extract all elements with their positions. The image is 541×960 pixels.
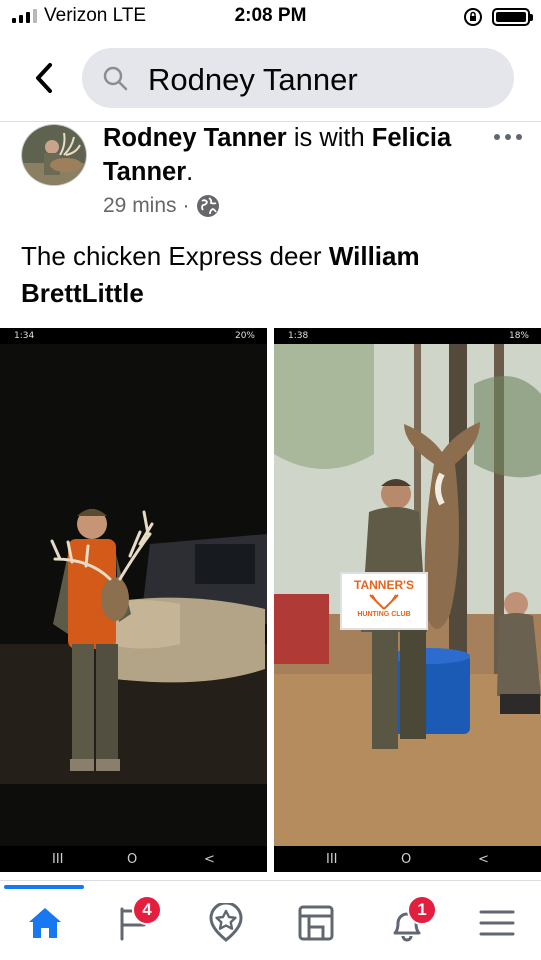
search-input[interactable]: Rodney Tanner [82, 48, 514, 108]
mention-2[interactable]: BrettLittle [21, 278, 144, 308]
menu-icon [479, 910, 515, 936]
antler-logo-icon [369, 594, 399, 610]
photo-battery: 18% [508, 331, 529, 341]
pages-icon [298, 905, 334, 941]
sign-line-2: HUNTING CLUB [357, 611, 411, 618]
photo-nav-back: < [204, 852, 215, 867]
meta-separator: · [182, 194, 190, 217]
night-hunter-scene [0, 344, 267, 846]
nav-home[interactable] [15, 893, 75, 953]
status-time: 2:08 PM [234, 5, 307, 26]
status-bar: Verizon LTE 2:08 PM [0, 0, 541, 34]
nav-pages[interactable] [286, 893, 346, 953]
home-icon [29, 908, 61, 938]
nav-menu[interactable] [467, 893, 527, 953]
post-text-plain: The chicken Express deer [21, 241, 322, 271]
photo-time: 1:34 [14, 331, 35, 341]
active-tab-indicator [4, 885, 84, 889]
post-time[interactable]: 29 mins [103, 194, 177, 218]
photo-status-bar: 1:38 18% [274, 328, 541, 344]
author-name[interactable]: Rodney Tanner [103, 124, 287, 152]
star-badge-icon [209, 903, 243, 942]
post-photo-2[interactable]: 1:38 18% TANNER'S HUNTING CLUB III O < [274, 328, 541, 872]
avatar[interactable] [21, 124, 87, 186]
search-icon [103, 66, 128, 91]
photo-nav-home: O [401, 852, 412, 867]
post-author-line: Rodney Tanner is with Felicia Tanner. [103, 121, 463, 189]
nav-marketplace[interactable] [196, 893, 256, 953]
nav-feeds[interactable]: 4 [106, 893, 166, 953]
sign-line-1: TANNER'S [354, 578, 414, 592]
period: . [186, 158, 194, 186]
mention-1[interactable]: William [329, 241, 420, 271]
post-text: The chicken Express deer William BrettLi… [21, 238, 521, 312]
photo-nav-recent: III [52, 852, 64, 867]
hunting-club-sign: TANNER'S HUNTING CLUB [340, 572, 428, 630]
bottom-nav: 4 1 [0, 880, 541, 960]
orientation-lock-icon [464, 8, 482, 26]
feeds-badge: 4 [132, 895, 162, 925]
photo-time: 1:38 [288, 331, 309, 341]
photo-status-bar: 1:34 20% [0, 328, 267, 344]
battery-icon [492, 8, 533, 26]
search-header: Rodney Tanner [0, 34, 541, 122]
photo-nav-recent: III [326, 852, 338, 867]
photo-nav-home: O [127, 852, 138, 867]
photo-nav-back: < [478, 852, 489, 867]
photo-battery: 20% [234, 331, 255, 341]
search-query: Rodney Tanner [148, 62, 358, 97]
notifications-badge: 1 [407, 895, 437, 925]
post-meta: 29 mins · [103, 194, 220, 218]
photo-nav-bar: III O < [0, 846, 267, 872]
post-photo-1[interactable]: 1:34 20% III O < [0, 328, 267, 872]
globe-icon [196, 195, 219, 217]
photo-grid: 1:34 20% III O < 1:38 18% TANNER'S HUNTI… [0, 328, 541, 872]
back-button[interactable] [30, 60, 58, 96]
with-text: is with [293, 124, 365, 152]
more-options-button[interactable] [490, 127, 526, 147]
photo-nav-bar: III O < [274, 846, 541, 872]
nav-notifications[interactable]: 1 [377, 893, 437, 953]
